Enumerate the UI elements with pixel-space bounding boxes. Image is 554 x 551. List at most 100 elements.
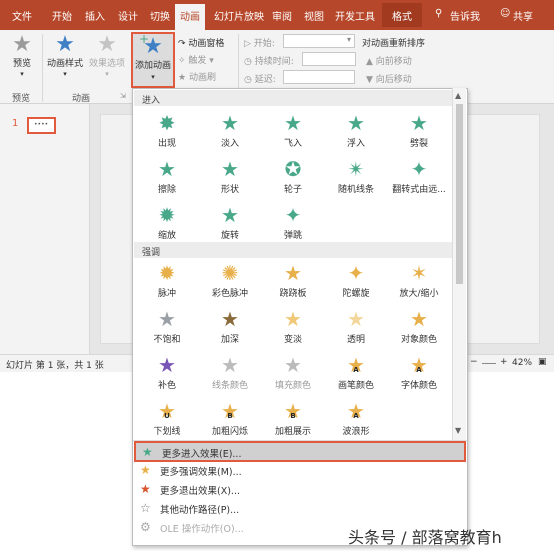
effect-badge: B	[227, 412, 233, 420]
entrance-effect-7[interactable]: ★ 形状	[198, 154, 262, 200]
menu-item-3[interactable]: ★ 更多退出效果(X)...	[134, 480, 466, 499]
emphasis-star-icon: ★	[347, 307, 365, 331]
effect-options-button[interactable]: ★ 效果选项 ▾	[88, 34, 126, 79]
ribbon-tab-bar: 文件 开始 插入 设计 切换 动画 幻灯片放映 审阅 视图 开发工具 格式 ⚲ …	[0, 0, 554, 30]
entrance-effect-10[interactable]: ✦ 翻转式由远...	[387, 154, 451, 200]
add-animation-button[interactable]: + ★ 添加动画 ▾	[131, 32, 175, 88]
entrance-star-icon: ✹	[158, 203, 176, 227]
share-button[interactable]: 共享	[513, 8, 533, 23]
emphasis-effect-8[interactable]: ★ 变淡	[261, 304, 325, 350]
start-select[interactable]: ▾	[283, 34, 355, 48]
zoom-minus-button[interactable]: −	[470, 357, 478, 367]
delay-icon: ◷	[244, 75, 255, 85]
fit-slide-icon[interactable]: ▣	[538, 357, 547, 367]
emphasis-effect-5[interactable]: ✶ 放大/缩小	[387, 258, 451, 304]
slide-thumbnail-pane	[0, 104, 90, 354]
entrance-effect-5[interactable]: ★ 劈裂	[387, 108, 451, 154]
tab-home[interactable]: 开始	[52, 8, 72, 23]
move-earlier-button[interactable]: ▲ 向前移动	[366, 54, 412, 67]
effect-label: 形状	[220, 185, 239, 195]
animation-styles-button[interactable]: ★ 动画样式 ▾	[46, 34, 84, 79]
menu-item-2[interactable]: ★ 更多强调效果(M)...	[134, 461, 466, 480]
entrance-effect-2[interactable]: ★ 淡入	[198, 108, 262, 154]
emphasis-effect-10[interactable]: ★ 对象颜色	[387, 304, 451, 350]
trigger-button[interactable]: ✧ 触发 ▾	[178, 53, 214, 66]
slide-thumbnail[interactable]: ••••	[27, 117, 56, 134]
entrance-star-icon: ✦	[284, 203, 302, 227]
emphasis-effect-9[interactable]: ★ 透明	[324, 304, 388, 350]
effect-label: 跷跷板	[279, 289, 307, 299]
emphasis-effect-3[interactable]: ★ 跷跷板	[261, 258, 325, 304]
emphasis-star-icon: ★	[284, 353, 302, 377]
tab-design[interactable]: 设计	[118, 8, 138, 23]
tab-slideshow[interactable]: 幻灯片放映	[214, 8, 264, 23]
effect-badge: A	[416, 366, 422, 374]
emphasis-effect-19[interactable]: ★ A 波浪形	[324, 396, 388, 442]
animation-pane-label: 动画窗格	[188, 39, 225, 49]
menu-item-4[interactable]: ☆ 其他动作路径(P)...	[134, 499, 466, 518]
menu-item-label: 其他动作路径(P)...	[160, 505, 240, 516]
zoom-level[interactable]: 42%	[512, 358, 532, 368]
emphasis-effect-6[interactable]: ★ 不饱和	[135, 304, 199, 350]
chevron-down-icon: ▾	[63, 70, 67, 78]
emphasis-effect-7[interactable]: ★ 加深	[198, 304, 262, 350]
effect-label: 加深	[220, 335, 239, 345]
animation-painter-label: 动画刷	[188, 73, 216, 83]
move-later-button[interactable]: ▼ 向后移动	[366, 72, 412, 85]
entrance-effect-11[interactable]: ✹ 缩放	[135, 200, 199, 246]
entrance-effect-8[interactable]: ✪ 轮子	[261, 154, 325, 200]
scrollbar-thumb[interactable]	[456, 104, 463, 284]
animation-pane-button[interactable]: ↷ 动画窗格	[178, 36, 224, 49]
entrance-effect-4[interactable]: ★ 浮入	[324, 108, 388, 154]
delay-field[interactable]	[283, 70, 355, 84]
entrance-effect-13[interactable]: ✦ 弹跳	[261, 200, 325, 246]
emphasis-star-icon: ★ A	[387, 354, 451, 376]
preview-button[interactable]: ★ 预览 ▾	[8, 34, 36, 79]
emphasis-effect-1[interactable]: ✹ 脉冲	[135, 258, 199, 304]
emphasis-effect-16[interactable]: ★ U 下划线	[135, 396, 199, 442]
scroll-down-icon[interactable]: ▼	[455, 426, 461, 435]
share-icon[interactable]: ☺	[500, 8, 510, 19]
entrance-effect-1[interactable]: ✸ 出现	[135, 108, 199, 154]
entrance-effect-9[interactable]: ✴ 随机线条	[324, 154, 388, 200]
entrance-effect-12[interactable]: ★ 旋转	[198, 200, 262, 246]
gallery-scrollbar[interactable]: ▲ ▼	[452, 88, 466, 440]
emphasis-effect-17[interactable]: ★ B 加粗闪烁	[198, 396, 262, 442]
emphasis-star-icon: ✦	[347, 261, 365, 285]
emphasis-effect-4[interactable]: ✦ 陀螺旋	[324, 258, 388, 304]
entrance-effect-3[interactable]: ★ 飞入	[261, 108, 325, 154]
entrance-star-icon: ★	[221, 203, 239, 227]
entrance-effect-6[interactable]: ★ 擦除	[135, 154, 199, 200]
tab-file[interactable]: 文件	[12, 8, 32, 23]
tell-me-search-icon[interactable]: ⚲	[435, 8, 442, 19]
emphasis-effect-18[interactable]: ★ B 加粗展示	[261, 396, 325, 442]
add-animation-label: 添加动画	[134, 61, 171, 71]
scroll-up-icon[interactable]: ▲	[455, 91, 461, 100]
tab-animations[interactable]: 动画	[175, 4, 205, 30]
animation-painter-button[interactable]: ★ 动画刷	[178, 70, 216, 83]
dialog-launcher-icon[interactable]: ⇲	[120, 92, 126, 100]
tab-insert[interactable]: 插入	[85, 8, 105, 23]
menu-item-label: OLE 操作动作(O)...	[160, 524, 244, 535]
menu-item-1[interactable]: ★ 更多进入效果(E)...	[134, 441, 466, 462]
effect-label: 擦除	[157, 185, 176, 195]
emphasis-effect-2[interactable]: ✺ 彩色脉冲	[198, 258, 262, 304]
powerpoint-window: 文件 开始 插入 设计 切换 动画 幻灯片放映 审阅 视图 开发工具 格式 ⚲ …	[0, 0, 554, 551]
tab-developer[interactable]: 开发工具	[335, 8, 375, 23]
emphasis-effect-14[interactable]: ★ A 画笔颜色	[324, 350, 388, 396]
emphasis-effect-12[interactable]: ★ 线条颜色	[198, 350, 262, 396]
tab-view[interactable]: 视图	[304, 8, 324, 23]
zoom-slider[interactable]	[482, 363, 496, 364]
tab-format[interactable]: 格式	[382, 3, 422, 27]
duration-field[interactable]	[302, 52, 356, 66]
emphasis-star-icon: ✹	[158, 261, 176, 285]
preview-star-icon: ★	[12, 32, 32, 57]
animation-pane-icon: ↷	[178, 39, 189, 49]
emphasis-effect-11[interactable]: ★ 补色	[135, 350, 199, 396]
tab-transitions[interactable]: 切换	[150, 8, 170, 23]
emphasis-effect-13[interactable]: ★ 填充颜色	[261, 350, 325, 396]
tell-me-box[interactable]: 告诉我	[450, 8, 480, 23]
zoom-plus-button[interactable]: +	[500, 357, 508, 367]
emphasis-effect-15[interactable]: ★ A 字体颜色	[387, 350, 451, 396]
tab-review[interactable]: 审阅	[272, 8, 292, 23]
